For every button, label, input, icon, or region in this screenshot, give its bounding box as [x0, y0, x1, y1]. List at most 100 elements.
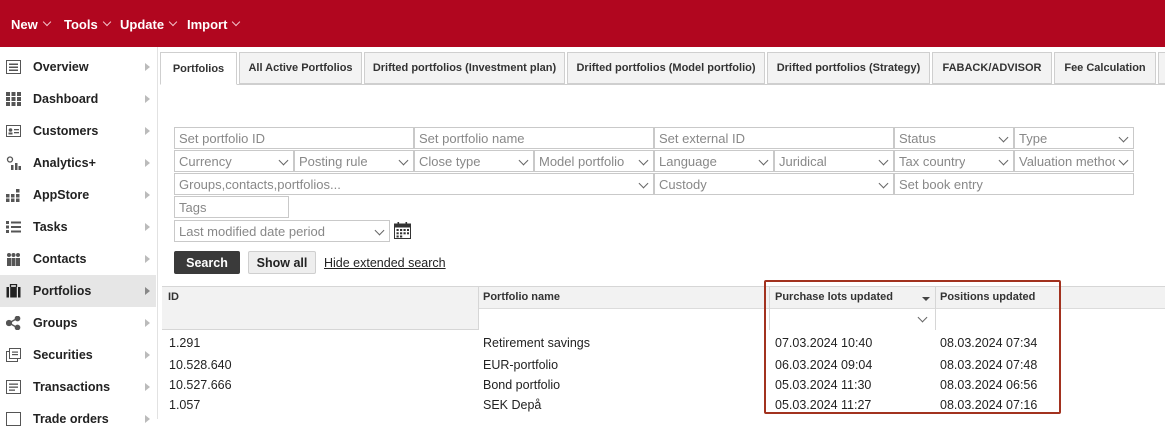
- transactions-icon: [6, 380, 21, 394]
- language-select[interactable]: Language: [654, 150, 774, 172]
- juridical-select[interactable]: Juridical: [774, 150, 894, 172]
- tax-country-placeholder: Tax country: [899, 153, 966, 169]
- table-cell-id[interactable]: 10.528.640: [169, 358, 232, 372]
- sidebar-item-dashboard[interactable]: Dashboard: [0, 83, 156, 115]
- sidebar-item-contacts[interactable]: Contacts: [0, 243, 156, 275]
- sidebar-item-groups[interactable]: Groups: [0, 307, 156, 339]
- contacts-icon: [6, 252, 21, 266]
- status-placeholder: Status: [899, 130, 936, 146]
- tab-overflow[interactable]: [1158, 52, 1165, 84]
- sidebar-item-portfolios[interactable]: Portfolios: [0, 275, 156, 307]
- column-header-id[interactable]: ID: [168, 291, 179, 303]
- menu-new[interactable]: New: [11, 16, 51, 32]
- show-all-button[interactable]: Show all: [248, 251, 316, 274]
- sidebar-item-label: Analytics+: [33, 156, 96, 170]
- chevron-right-icon: [145, 383, 150, 391]
- table-cell-id[interactable]: 1.057: [169, 398, 200, 412]
- tab-all-active-portfolios[interactable]: All Active Portfolios: [239, 52, 362, 84]
- tab-fee-calculation[interactable]: Fee Calculation: [1054, 52, 1156, 84]
- chevron-right-icon: [145, 63, 150, 71]
- chevron-down-icon: [518, 155, 529, 166]
- chevron-right-icon: [145, 223, 150, 231]
- chevron-down-icon: [998, 155, 1009, 166]
- portfolios-icon: [6, 284, 21, 298]
- book-entry-placeholder: Set book entry: [899, 176, 983, 192]
- sidebar-item-label: Overview: [33, 60, 89, 74]
- sidebar-item-label: Portfolios: [33, 284, 92, 298]
- posting-rule-select[interactable]: Posting rule: [294, 150, 414, 172]
- close-type-select[interactable]: Close type: [414, 150, 534, 172]
- sidebar-item-label: Dashboard: [33, 92, 99, 106]
- chevron-down-icon: [168, 17, 178, 27]
- portfolio-name-input[interactable]: Set portfolio name: [414, 127, 654, 149]
- external-id-input[interactable]: Set external ID: [654, 127, 894, 149]
- external-id-placeholder: Set external ID: [659, 130, 745, 146]
- juridical-placeholder: Juridical: [779, 153, 827, 169]
- tab-faback-advisor[interactable]: FABACK/ADVISOR: [932, 52, 1052, 84]
- menu-tools[interactable]: Tools: [64, 16, 111, 32]
- appstore-icon: [6, 188, 21, 202]
- chevron-down-icon: [102, 17, 111, 27]
- column-header-portfolio-name[interactable]: Portfolio name: [483, 291, 560, 303]
- column-filter-portfolio-name[interactable]: [479, 308, 769, 330]
- chevron-right-icon: [145, 191, 150, 199]
- status-select[interactable]: Status: [894, 127, 1014, 149]
- highlight-annotation-box: [764, 280, 1061, 414]
- last-modified-period-select[interactable]: Last modified date period: [174, 220, 390, 242]
- currency-select[interactable]: Currency: [174, 150, 294, 172]
- portfolio-id-input[interactable]: Set portfolio ID: [174, 127, 414, 149]
- table-cell-name[interactable]: Retirement savings: [483, 336, 590, 350]
- groups-placeholder: Groups,contacts,portfolios...: [179, 176, 341, 192]
- type-select[interactable]: Type: [1014, 127, 1134, 149]
- calendar-icon[interactable]: [394, 222, 411, 239]
- sidebar-item-transactions[interactable]: Transactions: [0, 371, 156, 403]
- chevron-down-icon: [878, 155, 889, 166]
- groups-icon: [6, 316, 21, 330]
- sidebar-item-securities[interactable]: Securities: [0, 339, 156, 371]
- chevron-right-icon: [145, 255, 150, 263]
- book-entry-input[interactable]: Set book entry: [894, 173, 1134, 195]
- tab-drifted-model-portfolio[interactable]: Drifted portfolios (Model portfolio): [567, 52, 765, 84]
- sidebar-item-tasks[interactable]: Tasks: [0, 211, 156, 243]
- groups-contacts-portfolios-select[interactable]: Groups,contacts,portfolios...: [174, 173, 654, 195]
- sidebar-item-trade-orders[interactable]: Trade orders: [0, 403, 156, 435]
- chevron-down-icon: [878, 178, 889, 189]
- securities-icon: [6, 348, 21, 362]
- sidebar-item-customers[interactable]: Customers: [0, 115, 156, 147]
- sidebar-item-analytics[interactable]: Analytics+: [0, 147, 156, 179]
- chevron-right-icon: [145, 95, 150, 103]
- menu-new-label: New: [11, 16, 38, 32]
- sidebar-item-overview[interactable]: Overview: [0, 51, 156, 83]
- tab-drifted-strategy[interactable]: Drifted portfolios (Strategy): [767, 52, 930, 84]
- custody-select[interactable]: Custody: [654, 173, 894, 195]
- table-cell-id[interactable]: 1.291: [169, 336, 200, 350]
- tax-country-select[interactable]: Tax country: [894, 150, 1014, 172]
- chevron-down-icon: [638, 155, 649, 166]
- menu-update[interactable]: Update: [120, 16, 178, 32]
- model-portfolio-select[interactable]: Model portfolio: [534, 150, 654, 172]
- table-cell-name[interactable]: Bond portfolio: [483, 378, 560, 392]
- menu-tools-label: Tools: [64, 16, 98, 32]
- table-cell-name[interactable]: SEK Depå: [483, 398, 541, 412]
- chevron-right-icon: [145, 287, 150, 295]
- chevron-down-icon: [1118, 132, 1129, 143]
- sidebar-item-label: Groups: [33, 316, 78, 330]
- menu-import[interactable]: Import: [187, 16, 241, 32]
- tags-input[interactable]: Tags: [174, 196, 289, 218]
- close-type-placeholder: Close type: [419, 153, 481, 169]
- sidebar-item-label: Customers: [33, 124, 99, 138]
- dashboard-icon: [6, 92, 21, 106]
- hide-extended-search-link[interactable]: Hide extended search: [324, 256, 446, 270]
- table-cell-name[interactable]: EUR-portfolio: [483, 358, 558, 372]
- tab-portfolios[interactable]: Portfolios: [160, 52, 237, 85]
- search-button[interactable]: Search: [174, 251, 240, 274]
- tab-drifted-investment-plan[interactable]: Drifted portfolios (Investment plan): [364, 52, 565, 84]
- valuation-method-select[interactable]: Valuation method: [1014, 150, 1134, 172]
- sidebar-item-appstore[interactable]: AppStore: [0, 179, 156, 211]
- sidebar-item-label: Securities: [33, 348, 93, 362]
- customers-icon: [6, 124, 21, 138]
- chevron-right-icon: [145, 319, 150, 327]
- table-cell-id[interactable]: 10.527.666: [169, 378, 232, 392]
- chevron-right-icon: [145, 127, 150, 135]
- chevron-down-icon: [1118, 155, 1129, 166]
